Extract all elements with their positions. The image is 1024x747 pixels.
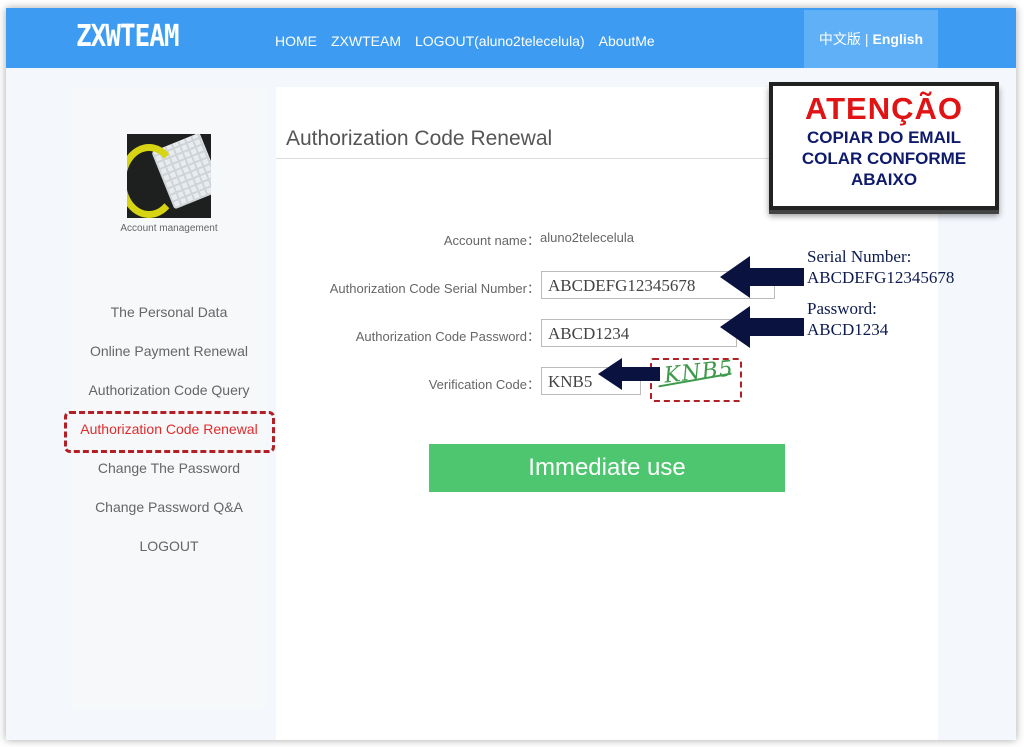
sidebar-item-authorization-code-query[interactable]: Authorization Code Query: [72, 371, 266, 410]
captcha-image[interactable]: KNB5: [650, 356, 742, 402]
sidebar-item-change-password[interactable]: Change The Password: [72, 449, 266, 488]
avatar: [127, 134, 211, 218]
account-name-label: Account name：: [443, 233, 540, 248]
sidebar-item-change-password-qa[interactable]: Change Password Q&A: [72, 488, 266, 527]
main-nav: HOME ZXWTEAM LOGOUT(aluno2telecelula) Ab…: [275, 33, 655, 49]
sidebar-item-logout[interactable]: LOGOUT: [72, 527, 266, 566]
nav-logout[interactable]: LOGOUT(aluno2telecelula): [415, 33, 585, 49]
account-name-value: aluno2telecelula: [540, 230, 634, 245]
nav-home[interactable]: HOME: [275, 33, 317, 49]
serial-note: Serial Number: ABCDEFG12345678: [807, 246, 954, 288]
password-note-label: Password:: [807, 299, 877, 318]
password-label: Authorization Code Password：: [355, 329, 540, 344]
nav-about[interactable]: AboutMe: [599, 33, 655, 49]
sidebar: Account management The Personal Data Onl…: [64, 87, 275, 709]
lang-chinese[interactable]: 中文版: [819, 29, 861, 49]
language-switcher: 中文版 | English: [804, 10, 938, 68]
attention-title: ATENÇÃO: [805, 91, 963, 126]
sidebar-menu: The Personal Data Online Payment Renewal…: [64, 293, 275, 566]
attention-notice: ATENÇÃO COPIAR DO EMAIL COLAR CONFORME A…: [769, 82, 999, 210]
nav-zxwteam[interactable]: ZXWTEAM: [331, 33, 401, 49]
immediate-use-button[interactable]: Immediate use: [429, 444, 785, 492]
attention-line-1: COPIAR DO EMAIL: [807, 128, 961, 147]
password-note-value: ABCD1234: [807, 320, 889, 339]
serial-note-value: ABCDEFG12345678: [807, 268, 955, 287]
lang-separator: |: [864, 31, 869, 47]
arrow-left-icon: [598, 358, 660, 390]
arrow-left-icon: [720, 256, 804, 298]
lang-english[interactable]: English: [873, 31, 924, 47]
sidebar-item-online-payment-renewal[interactable]: Online Payment Renewal: [72, 332, 266, 371]
serial-note-label: Serial Number:: [807, 247, 912, 266]
verification-code-label: Verification Code：: [428, 377, 540, 392]
top-navbar: ZXWTEAM HOME ZXWTEAM LOGOUT(aluno2telece…: [6, 8, 1016, 68]
arrow-left-icon: [720, 306, 804, 348]
brand-logo[interactable]: ZXWTEAM: [76, 20, 180, 55]
password-input[interactable]: ABCD1234: [541, 319, 737, 347]
attention-line-3: ABAIXO: [850, 170, 918, 189]
sidebar-item-personal-data[interactable]: The Personal Data: [72, 293, 266, 332]
attention-line-2: COLAR CONFORME: [801, 149, 967, 168]
serial-number-label: Authorization Code Serial Number：: [329, 281, 540, 296]
password-note: Password: ABCD1234: [807, 298, 888, 340]
page-title: Authorization Code Renewal: [286, 127, 553, 150]
sidebar-item-authorization-code-renewal[interactable]: Authorization Code Renewal: [64, 410, 275, 453]
avatar-label: Account management: [120, 223, 218, 234]
